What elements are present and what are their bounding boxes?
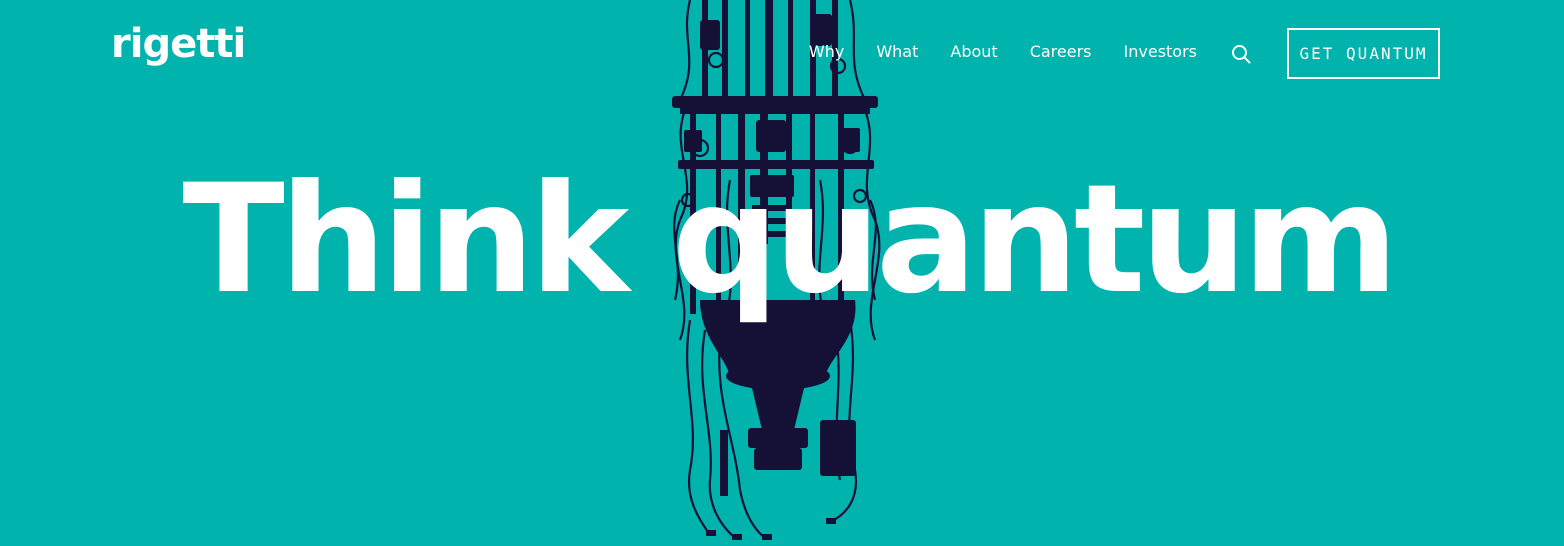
main-nav: Why What About Careers Investors GET QUA… (809, 28, 1440, 79)
search-button[interactable] (1229, 42, 1253, 66)
get-quantum-button[interactable]: GET QUANTUM (1287, 28, 1440, 79)
page: rigetti Why What About Careers Investors… (0, 0, 1564, 546)
nav-link-what[interactable]: What (876, 43, 918, 60)
nav-link-careers[interactable]: Careers (1030, 43, 1092, 60)
hero-headline: Think quantum (182, 153, 1398, 327)
nav-link-about[interactable]: About (950, 43, 997, 60)
nav-link-why[interactable]: Why (809, 43, 844, 60)
nav-link-investors[interactable]: Investors (1124, 43, 1197, 60)
rigetti-logo[interactable]: rigetti (111, 24, 246, 64)
search-icon (1232, 44, 1251, 63)
